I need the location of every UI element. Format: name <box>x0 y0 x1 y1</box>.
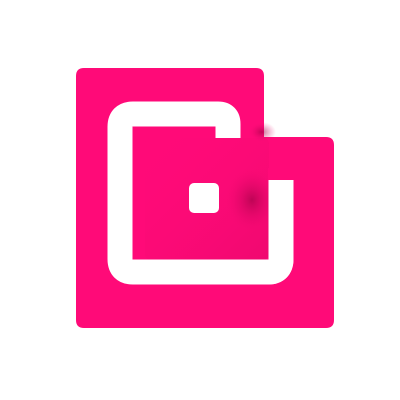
logo-channel-cap <box>268 168 294 180</box>
logo-notch-shadow <box>248 122 276 142</box>
logo-center-square <box>189 183 219 213</box>
nested-square-spiral-logo-icon <box>76 68 334 328</box>
canvas <box>0 0 400 400</box>
